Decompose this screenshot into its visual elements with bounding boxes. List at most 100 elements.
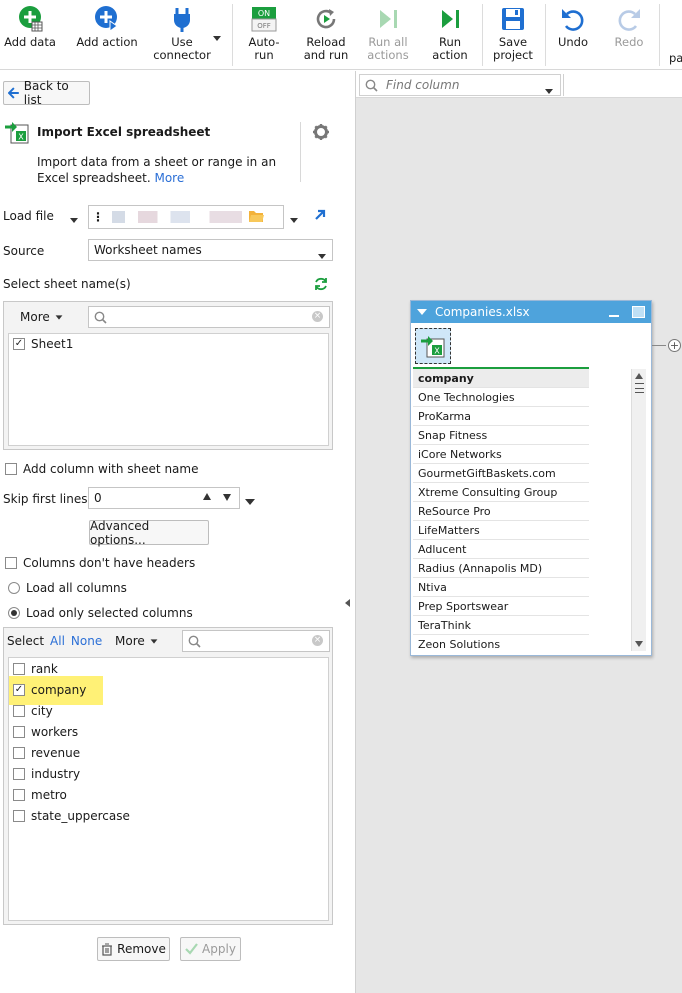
file-path-input[interactable]: ⋮: [88, 205, 284, 229]
excel-import-icon: X: [4, 119, 30, 148]
table-row[interactable]: Zeon Solutions: [413, 635, 589, 651]
select-none-link[interactable]: None: [71, 634, 102, 648]
column-item[interactable]: rank: [13, 662, 58, 676]
title-divider: [300, 122, 301, 182]
table-row[interactable]: GourmetGiftBaskets.com: [413, 464, 589, 483]
columns-more-button[interactable]: More: [115, 634, 158, 648]
table-row[interactable]: Prep Sportswear: [413, 597, 589, 616]
use-connector-button[interactable]: Use connector: [150, 0, 214, 70]
data-node-companies[interactable]: Companies.xlsx X company One Technologie…: [410, 300, 652, 656]
column-checkbox[interactable]: [13, 663, 25, 675]
folder-open-icon[interactable]: [248, 209, 264, 226]
grid-scrollbar[interactable]: [631, 369, 646, 651]
table-row[interactable]: TeraThink: [413, 616, 589, 635]
advanced-options-button[interactable]: Advanced options...: [89, 519, 209, 547]
file-path-options-icon[interactable]: ⋮: [92, 210, 104, 224]
table-row[interactable]: LifeMatters: [413, 521, 589, 540]
no-headers-option[interactable]: Columns don't have headers: [5, 556, 195, 570]
run-icon: [436, 5, 464, 33]
add-column-sheet-option[interactable]: Add column with sheet name: [5, 462, 198, 476]
skip-lines-stepper[interactable]: 0: [88, 487, 240, 509]
open-external-arrow-icon[interactable]: [313, 208, 327, 225]
find-column-input[interactable]: Find column: [359, 74, 561, 96]
table-row[interactable]: Xtreme Consulting Group: [413, 483, 589, 502]
collapse-arrow-icon[interactable]: [345, 599, 350, 607]
back-to-list-button[interactable]: Back to list: [3, 79, 90, 107]
remove-button[interactable]: Remove: [97, 937, 170, 961]
clear-search-icon[interactable]: ×: [312, 311, 323, 322]
column-checkbox[interactable]: [13, 747, 25, 759]
source-select[interactable]: Worksheet names: [88, 239, 333, 261]
load-all-radio[interactable]: [8, 582, 20, 594]
column-item[interactable]: ✓ company: [13, 683, 86, 697]
load-selected-radio[interactable]: [8, 607, 20, 619]
select-all-link[interactable]: All: [50, 634, 65, 648]
run-all-actions-button[interactable]: Run all actions: [362, 0, 414, 70]
toolbar-separator: [659, 4, 660, 66]
run-action-button[interactable]: Run action: [424, 0, 476, 70]
scroll-thumb[interactable]: [635, 383, 644, 393]
skip-lines-dropdown-arrow-icon[interactable]: [245, 494, 255, 508]
table-row[interactable]: ReSource Pro: [413, 502, 589, 521]
reload-and-run-button[interactable]: Reload and run: [300, 0, 352, 70]
add-data-button[interactable]: Add data: [2, 0, 58, 70]
apply-button[interactable]: Apply: [180, 937, 241, 961]
sheet-more-button[interactable]: More: [20, 310, 63, 324]
decrement-icon[interactable]: [223, 494, 231, 501]
scroll-up-icon[interactable]: [635, 373, 643, 379]
table-row[interactable]: Radius (Annapolis MD): [413, 559, 589, 578]
node-collapse-icon[interactable]: [417, 309, 427, 315]
column-item[interactable]: state_uppercase: [13, 809, 130, 823]
panel-splitter[interactable]: [340, 71, 356, 993]
scroll-down-icon[interactable]: [635, 641, 643, 647]
column-checkbox[interactable]: [13, 726, 25, 738]
column-item[interactable]: metro: [13, 788, 67, 802]
undo-button[interactable]: Undo: [550, 0, 596, 70]
connector-dropdown-arrow-icon[interactable]: [213, 30, 221, 44]
gear-icon[interactable]: [312, 123, 330, 144]
find-dropdown-arrow-icon[interactable]: [545, 83, 553, 97]
table-row[interactable]: ProKarma: [413, 407, 589, 426]
redo-button[interactable]: Redo: [606, 0, 652, 70]
column-item[interactable]: city: [13, 704, 53, 718]
excel-source-icon[interactable]: X: [415, 328, 451, 364]
add-step-plus-icon[interactable]: +: [668, 339, 681, 352]
column-item[interactable]: revenue: [13, 746, 80, 760]
sheet-search-input[interactable]: ×: [88, 306, 330, 328]
sheet-item[interactable]: ✓ Sheet1: [13, 337, 73, 351]
table-row[interactable]: Ntiva: [413, 578, 589, 597]
save-project-button[interactable]: Save project: [488, 0, 538, 70]
load-file-dropdown-arrow-icon[interactable]: [70, 212, 78, 226]
column-checkbox[interactable]: [13, 810, 25, 822]
sheet-checkbox[interactable]: ✓: [13, 338, 25, 350]
load-all-columns-option[interactable]: Load all columns: [8, 581, 127, 595]
column-checkbox[interactable]: ✓: [13, 684, 25, 696]
auto-run-toggle-icon: ON OFF: [250, 5, 278, 33]
column-checkbox[interactable]: [13, 768, 25, 780]
search-icon: [365, 79, 378, 92]
node-header[interactable]: Companies.xlsx: [411, 301, 651, 323]
add-action-button[interactable]: Add action: [74, 0, 140, 70]
column-header[interactable]: company: [413, 369, 589, 388]
table-row[interactable]: Adlucent: [413, 540, 589, 559]
column-checkbox[interactable]: [13, 705, 25, 717]
column-item[interactable]: industry: [13, 767, 80, 781]
column-search-input[interactable]: ×: [182, 630, 330, 652]
auto-run-button[interactable]: ON OFF Auto- run: [240, 0, 288, 70]
add-column-sheet-checkbox[interactable]: [5, 463, 17, 475]
increment-icon[interactable]: [203, 493, 211, 500]
more-info-link[interactable]: More: [154, 171, 184, 185]
maximize-icon[interactable]: [632, 306, 645, 318]
no-headers-checkbox[interactable]: [5, 557, 17, 569]
clear-search-icon[interactable]: ×: [312, 635, 323, 646]
refresh-icon[interactable]: [313, 276, 329, 295]
table-row[interactable]: iCore Networks: [413, 445, 589, 464]
table-row[interactable]: One Technologies: [413, 388, 589, 407]
file-dropdown-arrow-icon[interactable]: [290, 212, 298, 226]
column-item[interactable]: workers: [13, 725, 78, 739]
search-icon: [94, 311, 107, 324]
table-row[interactable]: Snap Fitness: [413, 426, 589, 445]
load-selected-columns-option[interactable]: Load only selected columns: [8, 606, 193, 620]
minimize-icon[interactable]: [609, 315, 619, 317]
column-checkbox[interactable]: [13, 789, 25, 801]
